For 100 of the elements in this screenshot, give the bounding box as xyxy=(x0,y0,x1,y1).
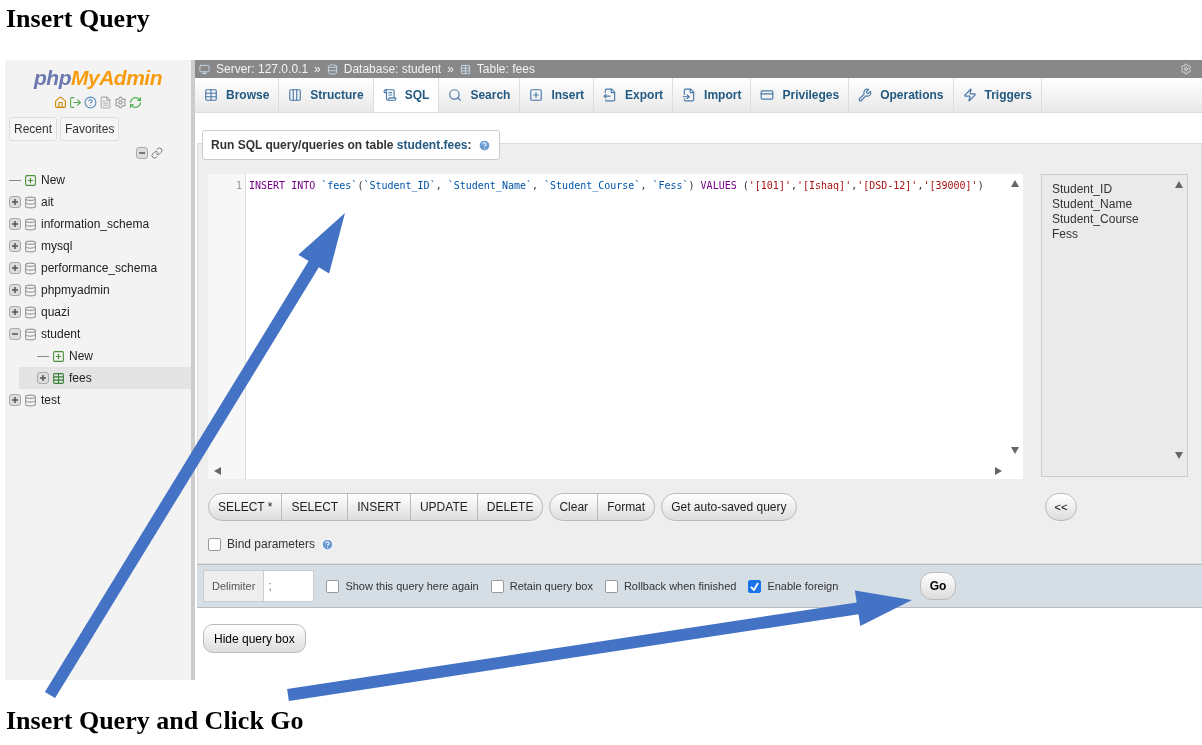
query-button[interactable]: UPDATE xyxy=(410,493,478,521)
import-icon xyxy=(682,88,697,102)
query-button[interactable]: Format xyxy=(598,493,656,521)
database-icon xyxy=(326,63,338,75)
tree-item[interactable]: New xyxy=(69,349,93,363)
tree-item[interactable]: mysql xyxy=(41,239,73,253)
page-heading: Insert Query xyxy=(5,3,151,35)
tree-row[interactable]: test xyxy=(5,389,191,411)
exit-icon[interactable] xyxy=(69,96,82,109)
tree-item[interactable]: test xyxy=(41,393,61,407)
tab[interactable]: Structure xyxy=(279,78,374,112)
help-icon[interactable] xyxy=(84,96,97,109)
expand-icon[interactable] xyxy=(37,372,49,384)
database-icon xyxy=(24,217,37,231)
table-icon xyxy=(204,88,218,102)
insert-column-button[interactable]: << xyxy=(1045,493,1077,521)
search-icon xyxy=(448,88,463,102)
scroll-right-icon[interactable] xyxy=(995,467,1003,475)
tab[interactable]: Operations xyxy=(849,78,954,112)
tree-row[interactable]: New xyxy=(19,345,191,367)
query-button[interactable]: SELECT xyxy=(282,493,349,521)
tree-item[interactable]: phpmyadmin xyxy=(41,283,110,297)
monitor-icon xyxy=(199,63,210,75)
tab[interactable]: Insert xyxy=(520,78,595,112)
tab[interactable]: Export xyxy=(594,78,674,112)
query-button[interactable]: SELECT * xyxy=(208,493,283,521)
scroll-down-icon[interactable] xyxy=(1011,447,1019,455)
expand-icon[interactable] xyxy=(9,394,21,406)
checkbox[interactable] xyxy=(748,579,762,593)
tree-item[interactable]: New xyxy=(41,173,65,187)
query-button[interactable]: Get auto-saved query xyxy=(661,493,797,521)
collapse-all-icon[interactable] xyxy=(136,147,148,159)
tab[interactable]: Triggers xyxy=(953,78,1042,112)
tree-item[interactable]: fees xyxy=(69,371,92,385)
tree-row[interactable]: ait xyxy=(5,191,191,213)
breadcrumb-separator: » xyxy=(314,62,321,76)
sidebar-tab[interactable]: Favorites xyxy=(60,117,120,141)
scroll-left-icon[interactable] xyxy=(214,467,222,475)
home-icon[interactable] xyxy=(54,96,67,109)
expand-icon[interactable] xyxy=(9,306,21,318)
expand-icon[interactable] xyxy=(9,284,21,296)
expand-icon[interactable] xyxy=(9,196,21,208)
scroll-down-icon[interactable] xyxy=(1175,452,1183,460)
checkbox-label: Enable foreign xyxy=(767,580,839,592)
expand-icon[interactable] xyxy=(9,240,21,252)
tree-row[interactable]: mysql xyxy=(5,235,191,257)
scroll-up-icon[interactable] xyxy=(1175,181,1183,189)
tree-row[interactable]: fees xyxy=(19,367,191,389)
sidebar-tab[interactable]: Recent xyxy=(9,117,58,141)
checkbox[interactable] xyxy=(208,537,221,551)
new-icon xyxy=(52,349,65,363)
column-item[interactable]: Student_Name xyxy=(1052,197,1177,212)
expand-icon[interactable] xyxy=(9,262,21,274)
column-item[interactable]: Student_ID xyxy=(1052,182,1177,197)
delimiter-field[interactable]: Delimiter ; xyxy=(203,570,315,602)
hide-query-box-button[interactable]: Hide query box xyxy=(203,624,306,653)
tree-item[interactable]: ait xyxy=(41,195,54,209)
column-list[interactable]: Student_ID Student_Name Student_Course Fess xyxy=(1041,174,1188,477)
tab[interactable]: Import xyxy=(673,78,752,112)
tree-row[interactable]: student xyxy=(5,323,191,345)
tab[interactable]: Privileges xyxy=(751,78,850,112)
collapse-icon[interactable] xyxy=(9,328,21,340)
query-button[interactable]: INSERT xyxy=(348,493,411,521)
query-button[interactable]: DELETE xyxy=(477,493,544,521)
logo[interactable]: phpMyAdmin xyxy=(5,66,191,90)
refresh-icon[interactable] xyxy=(129,96,142,109)
tab[interactable]: SQL xyxy=(373,78,440,112)
link-icon[interactable] xyxy=(151,147,163,159)
tab[interactable]: Search xyxy=(439,78,521,112)
tree-row[interactable]: phpmyadmin xyxy=(5,279,191,301)
checkbox[interactable] xyxy=(326,579,340,593)
checkbox-label: Bind parameters xyxy=(227,537,316,551)
tab[interactable]: Browse xyxy=(195,78,280,112)
settings-icon[interactable] xyxy=(114,96,127,109)
checkbox[interactable] xyxy=(490,579,504,593)
table-icon xyxy=(52,371,65,385)
column-item[interactable]: Student_Course xyxy=(1052,212,1177,227)
tree-row[interactable]: quazi xyxy=(5,301,191,323)
tree-item[interactable]: quazi xyxy=(41,305,70,319)
wrench-icon xyxy=(858,88,873,102)
tree-row[interactable]: information_schema xyxy=(5,213,191,235)
checkbox[interactable] xyxy=(604,579,618,593)
scroll-up-icon[interactable] xyxy=(1011,180,1019,188)
tree-item[interactable]: performance_schema xyxy=(41,261,158,275)
column-item[interactable]: Fess xyxy=(1052,227,1177,242)
query-button[interactable]: Clear xyxy=(549,493,599,521)
tree-row[interactable]: New xyxy=(5,169,191,191)
code-line: INSERT INTO `fees`(`Student_ID`, `Student_Name`, `Student_Course`, `Fess`) VALUES ('[101]','[Ishaq]','[DSD-12]','[39000]') xyxy=(248,179,985,194)
tree-item[interactable]: information_schema xyxy=(41,217,150,231)
document-icon[interactable] xyxy=(99,96,112,109)
sql-editor[interactable]: 1 INSERT INTO `fees`(`Student_ID`, `Student_Name`, `Student_Course`, `Fess`) VALUES ('[101]','[Ishaq]','[DSD-12]','[39000]') xyxy=(208,174,1023,479)
line-number: 1 xyxy=(235,180,242,191)
lightning-icon xyxy=(962,88,977,102)
tree-row[interactable]: performance_schema xyxy=(5,257,191,279)
checkbox-label: Show this query here again xyxy=(345,580,479,592)
tree-item[interactable]: student xyxy=(41,327,81,341)
expand-icon[interactable] xyxy=(9,218,21,230)
database-icon xyxy=(24,305,37,319)
checkbox-label: Retain query box xyxy=(509,580,593,592)
go-button[interactable]: Go xyxy=(920,572,956,600)
